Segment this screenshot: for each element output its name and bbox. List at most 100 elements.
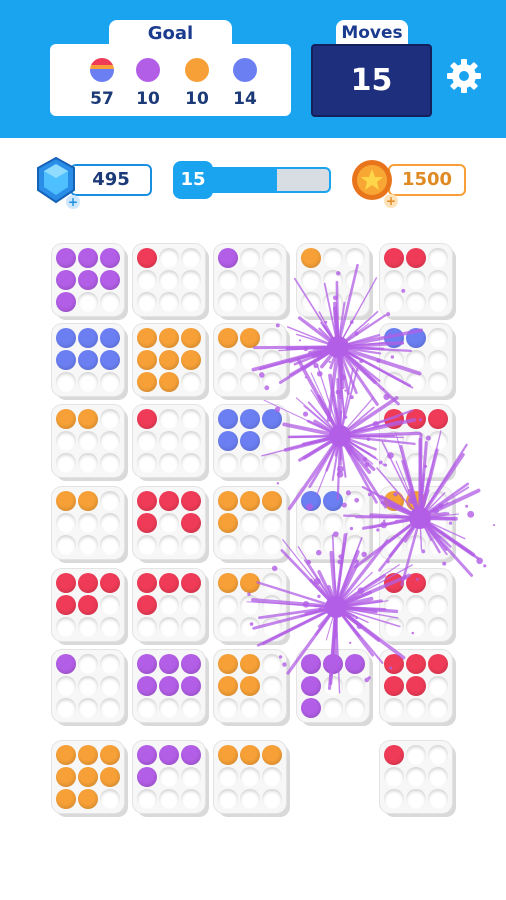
empty-slot bbox=[428, 350, 448, 370]
orange-ball bbox=[159, 328, 179, 348]
board-tile[interactable] bbox=[52, 650, 124, 722]
board-tile[interactable] bbox=[380, 741, 452, 813]
board-tile[interactable] bbox=[133, 244, 205, 316]
orange-ball bbox=[218, 745, 238, 765]
empty-slot bbox=[100, 698, 120, 718]
board-tile[interactable] bbox=[52, 487, 124, 559]
red-ball bbox=[56, 573, 76, 593]
blue-ball bbox=[78, 350, 98, 370]
empty-slot bbox=[428, 595, 448, 615]
board-tile[interactable] bbox=[52, 569, 124, 641]
empty-slot bbox=[428, 270, 448, 290]
board-tile[interactable] bbox=[380, 650, 452, 722]
blue-ball bbox=[56, 328, 76, 348]
empty-slot bbox=[218, 698, 238, 718]
blue-ball bbox=[218, 409, 238, 429]
purple-ball bbox=[78, 270, 98, 290]
orange-ball bbox=[262, 491, 282, 511]
red-ball bbox=[406, 573, 426, 593]
empty-slot bbox=[262, 328, 282, 348]
orange-ball bbox=[159, 372, 179, 392]
empty-slot bbox=[159, 453, 179, 473]
red-ball bbox=[428, 654, 448, 674]
empty-slot bbox=[406, 453, 426, 473]
board-tile[interactable] bbox=[133, 487, 205, 559]
orange-ball bbox=[406, 491, 426, 511]
board-tile[interactable] bbox=[297, 244, 369, 316]
board-tile[interactable] bbox=[297, 487, 369, 559]
empty-slot bbox=[406, 513, 426, 533]
empty-slot bbox=[100, 372, 120, 392]
red-ball bbox=[406, 676, 426, 696]
board-tile[interactable] bbox=[380, 487, 452, 559]
empty-slot bbox=[100, 292, 120, 312]
empty-slot bbox=[181, 698, 201, 718]
board-tile[interactable] bbox=[214, 487, 286, 559]
empty-slot bbox=[56, 453, 76, 473]
red-ball bbox=[384, 409, 404, 429]
board-tile[interactable] bbox=[52, 405, 124, 477]
board-tile[interactable] bbox=[214, 741, 286, 813]
game-board bbox=[0, 0, 506, 900]
board-tile[interactable] bbox=[133, 324, 205, 396]
empty-slot bbox=[323, 513, 343, 533]
empty-slot bbox=[428, 491, 448, 511]
board-tile[interactable] bbox=[214, 324, 286, 396]
empty-slot bbox=[384, 789, 404, 809]
blue-ball bbox=[100, 328, 120, 348]
orange-ball bbox=[218, 491, 238, 511]
empty-slot bbox=[181, 270, 201, 290]
empty-slot bbox=[159, 698, 179, 718]
empty-slot bbox=[406, 617, 426, 637]
board-tile[interactable] bbox=[214, 569, 286, 641]
blue-ball bbox=[240, 409, 260, 429]
orange-ball bbox=[56, 767, 76, 787]
empty-slot bbox=[428, 292, 448, 312]
empty-slot bbox=[78, 676, 98, 696]
empty-slot bbox=[218, 372, 238, 392]
board-tile[interactable] bbox=[380, 405, 452, 477]
board-tile[interactable] bbox=[52, 244, 124, 316]
empty-slot bbox=[384, 431, 404, 451]
empty-slot bbox=[181, 617, 201, 637]
board-tile[interactable] bbox=[52, 741, 124, 813]
empty-slot bbox=[345, 513, 365, 533]
empty-slot bbox=[428, 535, 448, 555]
red-ball bbox=[100, 573, 120, 593]
board-tile[interactable] bbox=[380, 324, 452, 396]
empty-slot bbox=[384, 350, 404, 370]
empty-slot bbox=[345, 535, 365, 555]
board-tile[interactable] bbox=[214, 244, 286, 316]
orange-ball bbox=[56, 745, 76, 765]
empty-slot bbox=[384, 513, 404, 533]
board-tile[interactable] bbox=[214, 650, 286, 722]
empty-slot bbox=[137, 617, 157, 637]
empty-slot bbox=[100, 617, 120, 637]
red-ball bbox=[137, 573, 157, 593]
empty-slot bbox=[406, 270, 426, 290]
empty-slot bbox=[218, 535, 238, 555]
board-tile[interactable] bbox=[297, 650, 369, 722]
board-tile[interactable] bbox=[133, 569, 205, 641]
empty-slot bbox=[78, 372, 98, 392]
empty-slot bbox=[100, 431, 120, 451]
board-tile[interactable] bbox=[133, 650, 205, 722]
board-tile[interactable] bbox=[52, 324, 124, 396]
purple-ball bbox=[181, 654, 201, 674]
empty-slot bbox=[56, 372, 76, 392]
purple-ball bbox=[181, 745, 201, 765]
board-tile[interactable] bbox=[380, 569, 452, 641]
board-tile[interactable] bbox=[133, 741, 205, 813]
empty-slot bbox=[159, 270, 179, 290]
orange-ball bbox=[56, 789, 76, 809]
blue-ball bbox=[100, 350, 120, 370]
board-tile[interactable] bbox=[214, 405, 286, 477]
board-tile[interactable] bbox=[380, 244, 452, 316]
board-tile[interactable] bbox=[133, 405, 205, 477]
empty-slot bbox=[181, 595, 201, 615]
empty-slot bbox=[384, 372, 404, 392]
level-badge: 15 bbox=[173, 161, 213, 199]
empty-slot bbox=[428, 431, 448, 451]
purple-ball bbox=[56, 270, 76, 290]
empty-slot bbox=[262, 698, 282, 718]
